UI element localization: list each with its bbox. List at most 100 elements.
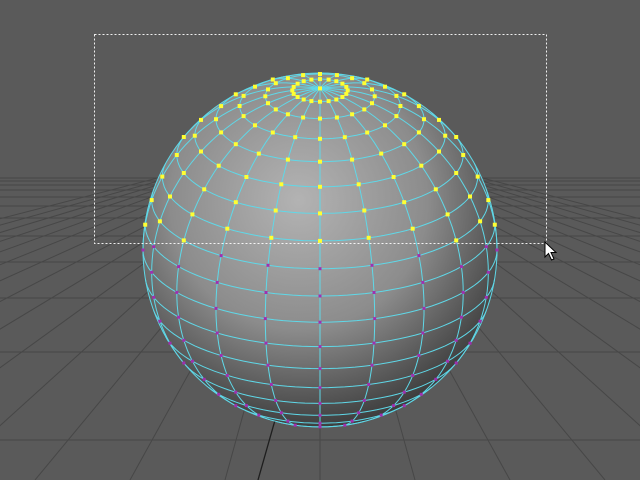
vertex[interactable] — [318, 401, 322, 405]
vertex-selected[interactable] — [326, 99, 331, 104]
vertex-selected[interactable] — [475, 174, 480, 179]
vertex-selected[interactable] — [273, 81, 278, 86]
vertex-selected[interactable] — [266, 101, 270, 106]
vertex[interactable] — [372, 291, 376, 294]
vertex-selected[interactable] — [365, 77, 370, 82]
vertex-selected[interactable] — [253, 84, 257, 89]
vertex-selected[interactable] — [383, 84, 387, 89]
vertex-selected[interactable] — [416, 104, 421, 109]
vertex-selected[interactable] — [318, 136, 322, 141]
vertex-selected[interactable] — [362, 81, 367, 86]
vertex-selected[interactable] — [309, 99, 314, 104]
vertex-selected[interactable] — [345, 88, 350, 93]
vertex-selected[interactable] — [350, 157, 355, 162]
vertex-selected[interactable] — [461, 153, 466, 157]
vertex-selected[interactable] — [318, 99, 322, 104]
vertex-selected[interactable] — [318, 159, 322, 164]
vertex-selected[interactable] — [340, 81, 345, 86]
vertex-selected[interactable] — [216, 163, 221, 168]
vertex-selected[interactable] — [454, 135, 459, 139]
vertex[interactable] — [150, 270, 154, 274]
vertex-selected[interactable] — [214, 117, 218, 122]
vertex-selected[interactable] — [263, 94, 268, 99]
vertex-selected[interactable] — [365, 130, 370, 135]
vertex-selected[interactable] — [285, 76, 290, 81]
vertex[interactable] — [373, 317, 377, 321]
vertex-selected[interactable] — [301, 73, 306, 78]
vertex-selected[interactable] — [362, 107, 367, 112]
vertex[interactable] — [495, 248, 499, 252]
vertex-selected[interactable] — [318, 72, 322, 76]
vertex-selected[interactable] — [143, 222, 148, 227]
vertex[interactable] — [177, 265, 181, 269]
vertex[interactable] — [158, 319, 162, 323]
vertex[interactable] — [318, 367, 322, 371]
vertex[interactable] — [417, 254, 421, 258]
vertex-selected[interactable] — [318, 211, 322, 216]
vertex-selected[interactable] — [202, 187, 207, 192]
3d-viewport[interactable] — [0, 0, 640, 480]
vertex[interactable] — [478, 319, 482, 323]
vertex[interactable] — [234, 404, 238, 408]
vertex-selected[interactable] — [468, 194, 472, 199]
vertex-selected[interactable] — [437, 149, 441, 154]
vertex-selected[interactable] — [350, 76, 355, 81]
vertex[interactable] — [372, 341, 376, 345]
vertex[interactable] — [318, 345, 322, 349]
vertex-selected[interactable] — [362, 208, 367, 213]
vertex[interactable] — [219, 254, 223, 258]
vertex-selected[interactable] — [273, 107, 278, 112]
vertex[interactable] — [417, 354, 421, 357]
vertex-selected[interactable] — [454, 238, 459, 243]
vertex[interactable] — [446, 359, 450, 363]
vertex[interactable] — [219, 354, 223, 357]
vertex[interactable] — [454, 338, 458, 342]
vertex[interactable] — [459, 315, 463, 319]
vertex-selected[interactable] — [454, 171, 459, 175]
vertex-selected[interactable] — [233, 92, 238, 97]
vertex-selected[interactable] — [402, 142, 407, 147]
vertex-selected[interactable] — [318, 86, 322, 91]
vertex-selected[interactable] — [199, 149, 203, 154]
vertex[interactable] — [264, 341, 268, 345]
vertex-selected[interactable] — [443, 133, 448, 138]
vertex[interactable] — [422, 306, 426, 310]
vertex-selected[interactable] — [309, 77, 314, 82]
vertex-selected[interactable] — [291, 84, 296, 89]
vertex[interactable] — [177, 315, 181, 319]
vertex[interactable] — [461, 290, 465, 294]
vertex[interactable] — [367, 383, 371, 386]
vertex-selected[interactable] — [478, 219, 483, 224]
vertex[interactable] — [362, 399, 366, 402]
vertex-selected[interactable] — [394, 93, 399, 98]
vertex[interactable] — [392, 404, 396, 408]
vertex[interactable] — [468, 341, 472, 345]
vertex[interactable] — [244, 404, 248, 408]
vertex[interactable] — [318, 267, 322, 271]
vertex-selected[interactable] — [356, 182, 361, 187]
vertex-selected[interactable] — [149, 198, 154, 203]
vertex-selected[interactable] — [237, 104, 242, 108]
vertex-selected[interactable] — [285, 112, 290, 117]
vertex[interactable] — [402, 390, 406, 394]
vertex[interactable] — [434, 377, 438, 381]
vertex-selected[interactable] — [326, 77, 331, 82]
vertex-selected[interactable] — [295, 95, 300, 99]
vertex-selected[interactable] — [391, 175, 396, 179]
vertex-selected[interactable] — [340, 95, 345, 99]
vertex[interactable] — [168, 341, 172, 345]
vertex[interactable] — [266, 263, 270, 267]
vertex[interactable] — [279, 411, 283, 415]
vertex[interactable] — [182, 361, 186, 365]
vertex-selected[interactable] — [181, 238, 186, 243]
vertex-selected[interactable] — [266, 87, 270, 92]
vertex-selected[interactable] — [318, 77, 322, 82]
vertex-selected[interactable] — [160, 174, 165, 179]
vertex[interactable] — [152, 245, 156, 249]
vertex[interactable] — [379, 413, 383, 417]
vertex[interactable] — [402, 404, 406, 408]
vertex-selected[interactable] — [433, 187, 438, 192]
viewport-scene[interactable] — [0, 0, 640, 480]
vertex[interactable] — [370, 363, 374, 367]
vertex[interactable] — [484, 245, 488, 249]
